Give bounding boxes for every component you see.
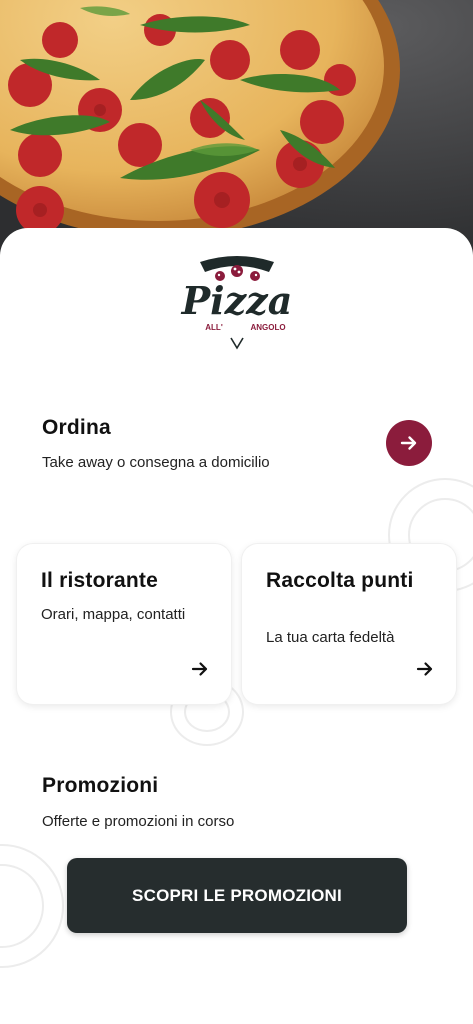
arrow-right-icon: [191, 662, 208, 676]
promotions-subtitle: Offerte e promozioni in corso: [42, 813, 235, 830]
arrow-right-icon: [416, 662, 433, 676]
loyalty-card-subtitle: La tua carta fedeltà: [266, 629, 395, 646]
arrow-right-icon: [400, 436, 417, 450]
hero-pizza-image: [0, 0, 473, 260]
pizza-logo: Pizza ALL' ANGOLO: [176, 252, 298, 352]
order-button[interactable]: [386, 420, 432, 466]
order-section[interactable]: Ordina Take away o consegna a domicilio: [0, 398, 473, 478]
restaurant-card-subtitle: Orari, mappa, contatti: [41, 606, 186, 623]
restaurant-card-title: Il ristorante: [41, 569, 158, 592]
loyalty-card-title: Raccolta punti: [266, 569, 414, 592]
discover-promotions-button[interactable]: SCOPRI LE PROMOZIONI: [67, 858, 407, 933]
order-title: Ordina: [42, 416, 111, 439]
logo-tagline-right: ANGOLO: [250, 323, 285, 332]
order-subtitle: Take away o consegna a domicilio: [42, 454, 270, 471]
logo-tagline-left: ALL': [205, 323, 223, 332]
restaurant-card[interactable]: Il ristorante Orari, mappa, contatti: [17, 544, 231, 704]
promotions-title: Promozioni: [42, 774, 159, 797]
content-sheet: Pizza ALL' ANGOLO Ordina Take away o con…: [0, 228, 473, 1024]
logo-wordmark: Pizza: [181, 278, 293, 323]
loyalty-points-card[interactable]: Raccolta punti La tua carta fedeltà: [242, 544, 456, 704]
